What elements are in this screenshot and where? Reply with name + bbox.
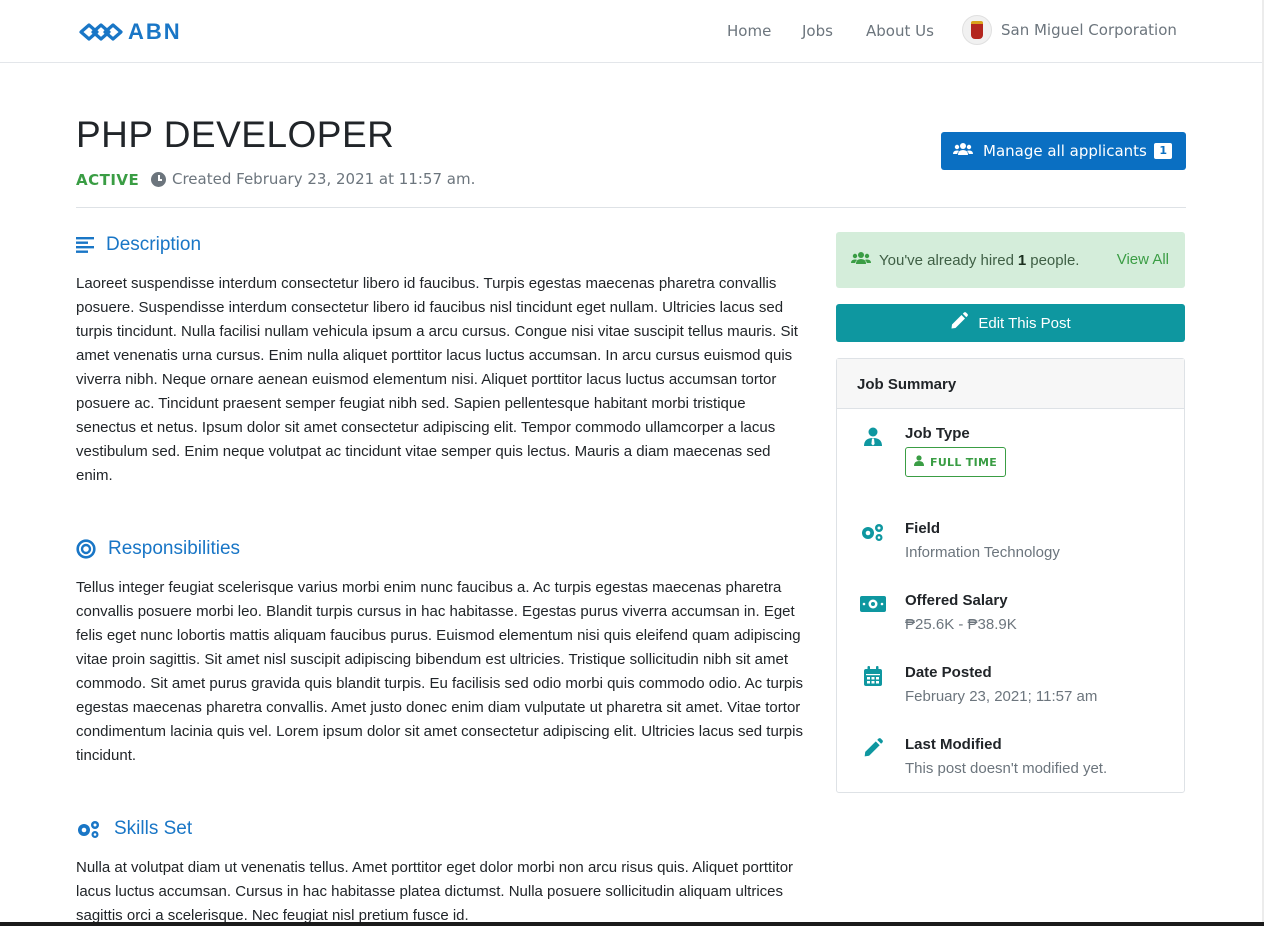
header-divider: [76, 207, 1186, 208]
manage-applicants-label: Manage all applicants: [983, 142, 1147, 160]
company-name: San Miguel Corporation: [1001, 21, 1177, 39]
salary-label: Offered Salary: [905, 592, 1008, 609]
nav-company-menu[interactable]: San Miguel Corporation: [962, 15, 1177, 45]
job-status-badge: ACTIVE: [76, 171, 140, 189]
skills-body: Nulla at volutpat diam ut venenatis tell…: [76, 859, 794, 924]
full-time-badge: FULL TIME: [905, 447, 1007, 477]
edit-post-button[interactable]: Edit This Post: [836, 304, 1185, 342]
calendar-icon: [859, 664, 887, 688]
pencil-icon: [859, 736, 887, 760]
align-left-icon: [76, 237, 94, 253]
job-summary-title: Job Summary: [837, 359, 1184, 409]
hired-alert: You've already hired 1 people. View All: [836, 232, 1185, 288]
salary-value: ₱25.6K - ₱38.9K: [905, 616, 1017, 633]
created-timestamp: Created February 23, 2021 at 11:57 am.: [151, 170, 475, 188]
top-navbar: ABN Home Jobs About Us San Miguel Corpor…: [0, 0, 1264, 63]
bullseye-icon: [76, 539, 96, 559]
hired-count: 1: [1017, 251, 1027, 269]
skills-heading: Skills Set: [76, 818, 192, 840]
nav-about-link[interactable]: About Us: [866, 22, 934, 40]
hired-suffix: people.: [1030, 251, 1080, 269]
users-icon: [953, 142, 973, 160]
responsibilities-body: Tellus integer feugiat scelerisque variu…: [76, 579, 804, 764]
users-icon: [851, 251, 871, 269]
job-summary-card: Job Summary Job Type FULL TIME Field Inf…: [836, 358, 1185, 793]
view-all-link[interactable]: View All: [1117, 251, 1169, 268]
created-text: Created February 23, 2021 at 11:57 am.: [172, 170, 476, 188]
hired-prefix: You've already hired: [879, 251, 1014, 269]
field-label: Field: [905, 520, 941, 537]
nav-links: Home Jobs About Us San Miguel Corporatio…: [0, 15, 1264, 45]
manage-applicants-button[interactable]: Manage all applicants 1: [941, 132, 1186, 170]
cogs-icon: [76, 819, 102, 839]
edit-post-label: Edit This Post: [978, 314, 1071, 332]
date-posted-value: February 23, 2021; 11:57 am: [905, 688, 1098, 705]
nav-home-link[interactable]: Home: [727, 22, 771, 40]
last-modified-value: This post doesn't modified yet.: [905, 760, 1108, 777]
bottom-edge: [0, 922, 1264, 926]
description-body: Laoreet suspendisse interdum consectetur…: [76, 275, 798, 484]
responsibilities-title: Responsibilities: [108, 538, 241, 559]
company-logo-avatar: [962, 15, 992, 45]
skills-title: Skills Set: [114, 818, 193, 839]
applicants-count-badge: 1: [1154, 143, 1172, 159]
field-value: Information Technology: [905, 544, 1060, 561]
money-bill-icon: [859, 592, 887, 616]
nav-jobs-link[interactable]: Jobs: [802, 22, 833, 40]
job-type-value: FULL TIME: [930, 455, 998, 469]
cogs-icon: [859, 520, 887, 544]
user-icon: [914, 455, 924, 469]
job-title: PHP DEVELOPER: [76, 114, 395, 155]
date-posted-label: Date Posted: [905, 664, 992, 681]
pencil-icon: [950, 312, 969, 334]
description-heading: Description: [76, 234, 201, 256]
last-modified-label: Last Modified: [905, 736, 1002, 753]
responsibilities-heading: Responsibilities: [76, 538, 240, 560]
user-tie-icon: [859, 425, 887, 449]
description-title: Description: [106, 234, 202, 255]
clock-icon: [151, 171, 166, 187]
job-type-label: Job Type: [905, 425, 970, 442]
